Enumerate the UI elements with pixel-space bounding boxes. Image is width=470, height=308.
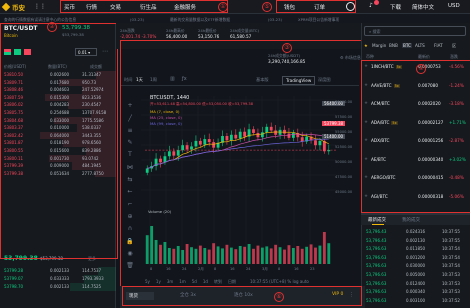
bid-total: 114.7525: [82, 284, 102, 289]
trade-amount: 0.011850: [406, 246, 426, 252]
trade-price: 53,796.43: [366, 229, 387, 234]
trade-row: 53,796.63 0.005000 10:37:53: [364, 271, 468, 279]
trade-amount: 0.000340: [406, 289, 426, 295]
trade-price: 53,796.63: [366, 289, 387, 295]
annotation-number-3: ③: [282, 43, 292, 53]
stat-volume-value: 61,580.57: [230, 34, 252, 39]
bid-amount: 0.002133: [50, 268, 70, 273]
star-tab-icon[interactable]: ★: [364, 43, 368, 48]
annotation-number-6: ⑥: [274, 292, 284, 302]
bell-icon[interactable]: ♪: [369, 2, 373, 9]
notification-dot: [374, 0, 379, 5]
binance-logo[interactable]: 币安: [1, 2, 25, 12]
trade-row: 53,796.43 0.002130 10:37:55: [364, 237, 468, 245]
annotation-number-5: ⑤: [262, 1, 272, 12]
annotation-box-order-form: [122, 286, 362, 306]
trade-row: 53,796.63 0.003100 10:37:52: [364, 297, 468, 305]
trade-price: 53,796.63: [366, 280, 387, 286]
tab-bnb[interactable]: BNB: [389, 43, 398, 48]
trade-time: 10:37:55: [442, 237, 460, 243]
trade-row: 53,796.63 0.030000 10:37:54: [364, 262, 468, 270]
bid-total: 1793.3933: [82, 276, 104, 281]
nav-wallet[interactable]: 钱包: [284, 3, 295, 11]
bid-total: 114.7537: [82, 268, 102, 273]
announcement-3[interactable]: XPRM项目公告新增事项: [298, 17, 339, 23]
annotation-number-1: ①: [218, 1, 228, 12]
trade-amount: 0.005000: [406, 272, 426, 277]
trade-amount: 0.003100: [406, 297, 426, 303]
bid-amount: 0.033333: [50, 276, 70, 281]
nav-orders[interactable]: 订单: [314, 3, 325, 11]
trade-amount: 0.030000: [406, 263, 426, 269]
annotation-box-nav: [60, 0, 228, 13]
active-tab-underline: [372, 224, 384, 225]
bid-price: 53798.70: [4, 284, 24, 289]
trade-row: 53,796.63 0.011850 10:37:54: [364, 245, 468, 253]
trade-price: 53,796.63: [366, 297, 387, 303]
stat-high-value: 56,400.00: [166, 34, 188, 39]
tab-btc[interactable]: BTC: [402, 43, 413, 48]
trade-row: 53,796.43 0.024316 10:37:55: [364, 228, 468, 236]
bid-price: 53799.28: [4, 268, 24, 273]
trade-time: 10:37:53: [442, 280, 460, 286]
trade-price: 53,796.63: [366, 254, 387, 260]
trade-row: 53,796.63 0.001200 10:37:54: [364, 254, 468, 262]
annotation-number-4: ④: [416, 64, 426, 74]
apps-grid-icon[interactable]: ⋮⋮: [34, 3, 46, 10]
annotation-box-orderbook: [0, 23, 118, 259]
trade-time: 10:37:52: [442, 297, 460, 303]
trade-amount: 0.002130: [406, 237, 426, 243]
trade-time: 10:37:53: [442, 272, 460, 277]
tab-alts[interactable]: ALTS: [415, 43, 425, 48]
announcement-date-2: (03-23): [268, 16, 282, 22]
stat-change-value: -2,001.74 -3.70%: [120, 34, 157, 39]
market-search-input[interactable]: ⌕ 搜索: [364, 26, 466, 36]
tab-latest-trades[interactable]: 最新成交: [368, 217, 386, 223]
bid-row[interactable]: 53799.28 0.002133 114.7537: [0, 267, 116, 275]
trade-amount: 0.001200: [406, 254, 426, 260]
trade-amount: 0.024316: [406, 229, 426, 234]
annotation-box-chart: [120, 40, 364, 288]
trade-amount: 0.012400: [406, 280, 426, 286]
tab-fiat[interactable]: FIAT: [434, 43, 443, 48]
avatar-icon[interactable]: [346, 2, 355, 11]
trade-price: 53,796.63: [366, 272, 387, 277]
announcement-2[interactable]: 最新的交易量数据以及ETF新增数据: [170, 17, 230, 23]
announcement-1[interactable]: 查询的行情数据有误请注意中心的公告信息: [4, 17, 76, 23]
nav-currency[interactable]: USD: [448, 3, 460, 9]
tab-zone[interactable]: 区: [452, 43, 456, 49]
trade-time: 10:37:54: [442, 254, 460, 260]
bid-amount: 0.002133: [50, 284, 70, 289]
trade-time: 10:37:54: [442, 246, 460, 252]
trade-row: 53,796.63 0.000340 10:37:53: [364, 288, 468, 296]
stat-low-value: 53,150.76: [198, 34, 220, 39]
trade-price: 53,796.63: [366, 263, 387, 269]
nav-language[interactable]: 简体中文: [412, 3, 434, 11]
trade-time: 10:37:55: [442, 229, 460, 234]
bid-row[interactable]: 53799.07 0.033333 1793.3933: [0, 275, 116, 283]
logo-diamond-icon: [1, 2, 11, 12]
trade-time: 10:37:54: [442, 263, 460, 269]
trade-row: 53,796.63 0.012400 10:37:53: [364, 280, 468, 288]
tab-my-trades[interactable]: 我的成交: [402, 217, 420, 223]
annotation-box-markets: [361, 60, 470, 213]
bid-row[interactable]: 53798.70 0.002133 114.7525: [0, 283, 116, 291]
nav-download[interactable]: 下载: [390, 3, 401, 11]
trade-time: 10:37:53: [442, 289, 460, 295]
tab-margin[interactable]: Margin: [372, 43, 386, 48]
bid-price: 53799.07: [4, 276, 24, 281]
announcement-date-1: (03-23): [130, 16, 144, 22]
trade-price: 53,796.63: [366, 246, 387, 252]
trade-price: 53,796.43: [366, 237, 387, 243]
